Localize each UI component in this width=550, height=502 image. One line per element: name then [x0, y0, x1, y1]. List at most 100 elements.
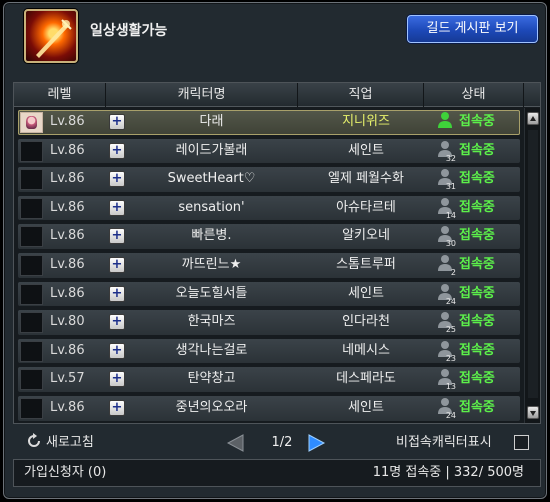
- table-row[interactable]: Lv.86 + 다래 지니위즈 접속중: [14, 108, 522, 137]
- character-name: 한국마즈: [187, 314, 236, 330]
- avatar: [20, 226, 43, 248]
- avatar: [20, 169, 43, 191]
- arrow-left-icon[interactable]: [224, 433, 246, 453]
- level: Lv.57: [50, 371, 85, 387]
- arrow-right-icon[interactable]: [306, 433, 328, 453]
- person-icon: 2: [438, 255, 456, 276]
- header-level[interactable]: 레벨: [14, 83, 106, 107]
- person-icon: 24: [438, 283, 456, 305]
- member-table: 레벨 캐릭터명 직업 상태 Lv.86 + 다래 지니위즈 접속중 Lv.86 + 레이드가볼…: [13, 82, 541, 424]
- table-row[interactable]: Lv.86 + sensation' 아슈타르테 14 접속중: [14, 194, 522, 223]
- guild-status-bar: 가입신청자 (0) 11명 접속중 | 332/ 500명: [13, 459, 541, 487]
- info-plus-button[interactable]: +: [109, 199, 125, 216]
- slot-number: 14: [446, 211, 456, 219]
- slot-number: 24: [446, 297, 456, 305]
- show-offline-checkbox[interactable]: [514, 435, 529, 450]
- person-icon: 23: [438, 340, 456, 362]
- table-row[interactable]: Lv.86 + 오늘도힐서틀 세인트 24 접속중: [14, 280, 522, 309]
- guild-emblem-icon: [24, 9, 78, 63]
- job: 엘제 페월수화: [328, 171, 404, 187]
- job: 아슈타르테: [336, 199, 396, 215]
- page-indicator: 1/2: [271, 435, 293, 450]
- header-character-name[interactable]: 캐릭터명: [106, 83, 298, 107]
- show-offline-toggle[interactable]: 비접속캐릭터표시: [396, 433, 529, 453]
- slot-number: 13: [446, 382, 456, 390]
- info-plus-button[interactable]: +: [109, 285, 125, 302]
- avatar: [20, 197, 43, 219]
- character-name: sensation': [178, 199, 245, 215]
- info-plus-button[interactable]: +: [109, 314, 125, 331]
- status-badge: 접속중: [459, 114, 495, 129]
- header-status[interactable]: 상태: [424, 83, 524, 107]
- table-row[interactable]: Lv.86 + SweetHeart♡ 엘제 페월수화 31 접속중: [14, 165, 522, 194]
- guild-board-button[interactable]: 길드 게시판 보기: [407, 15, 538, 43]
- job: 네메시스: [342, 342, 390, 358]
- level: Lv.86: [50, 171, 85, 187]
- status-badge: 접속중: [459, 257, 495, 272]
- job: 스톰트루퍼: [336, 257, 396, 272]
- info-plus-button[interactable]: +: [109, 142, 125, 159]
- person-icon: 31: [438, 169, 456, 190]
- avatar: [20, 312, 43, 334]
- character-name: 생각나는걸로: [175, 342, 248, 358]
- info-plus-button[interactable]: +: [109, 257, 125, 273]
- job: 세인트: [348, 285, 384, 301]
- scroll-track[interactable]: [528, 130, 538, 398]
- character-name: 빠른병.: [191, 228, 232, 244]
- person-icon: 13: [438, 369, 456, 390]
- status-badge: 접속중: [459, 400, 495, 415]
- character-name: 중년의오오라: [175, 400, 248, 415]
- level: Lv.86: [50, 114, 85, 129]
- status-badge: 접속중: [459, 171, 495, 187]
- slot-number: 2: [451, 268, 456, 276]
- level: Lv.80: [50, 314, 85, 330]
- avatar: [20, 112, 43, 133]
- scroll-down-button[interactable]: [527, 406, 539, 419]
- level: Lv.86: [50, 228, 85, 244]
- applicants-count[interactable]: 가입신청자 (0): [24, 460, 106, 486]
- person-icon: 14: [438, 197, 456, 219]
- table-row[interactable]: Lv.86 + 빠른병. 알키오네 30 접속중: [14, 222, 522, 251]
- job: 인다라천: [342, 314, 390, 330]
- info-plus-button[interactable]: +: [109, 228, 125, 245]
- status-badge: 접속중: [459, 142, 495, 158]
- table-row[interactable]: Lv.86 + 레이드가볼래 세인트 32 접속중: [14, 137, 522, 166]
- table-row[interactable]: Lv.86 + 중년의오오라 세인트 24 접속중: [14, 394, 522, 423]
- character-name: 까뜨린느★: [181, 257, 242, 272]
- person-icon: 30: [438, 226, 456, 247]
- slot-number: 31: [446, 182, 456, 190]
- person-icon: 25: [438, 312, 456, 333]
- info-plus-button[interactable]: +: [109, 371, 125, 388]
- scrollbar[interactable]: [524, 108, 540, 423]
- slot-number: 25: [446, 325, 456, 333]
- character-name: SweetHeart♡: [167, 171, 256, 187]
- status-badge: 접속중: [459, 342, 495, 358]
- avatar: [20, 283, 43, 305]
- job: 지니위즈: [342, 114, 390, 129]
- slot-number: 23: [446, 354, 456, 362]
- table-row[interactable]: Lv.86 + 생각나는걸로 네메시스 23 접속중: [14, 337, 522, 366]
- info-plus-button[interactable]: +: [109, 114, 125, 130]
- info-plus-button[interactable]: +: [109, 400, 125, 416]
- table-row[interactable]: Lv.86 + 까뜨린느★ 스톰트루퍼 2 접속중: [14, 251, 522, 280]
- scroll-up-button[interactable]: [527, 112, 539, 125]
- level: Lv.86: [50, 257, 85, 272]
- refresh-button[interactable]: 새로고침: [26, 433, 94, 453]
- status-badge: 접속중: [459, 285, 495, 301]
- info-plus-button[interactable]: +: [109, 342, 125, 359]
- avatar: [20, 340, 43, 362]
- slot-number: 24: [446, 411, 456, 419]
- guild-name: 일상생활가능: [90, 23, 168, 39]
- header-job[interactable]: 직업: [298, 83, 424, 107]
- character-name: 탄약창고: [187, 371, 236, 387]
- table-row[interactable]: Lv.80 + 한국마즈 인다라천 25 접속중: [14, 308, 522, 337]
- avatar: [20, 398, 43, 419]
- info-plus-button[interactable]: +: [109, 171, 125, 188]
- job: 데스페라도: [336, 371, 396, 387]
- member-count: 11명 접속중 | 332/ 500명: [372, 465, 524, 480]
- job: 알키오네: [342, 228, 390, 244]
- member-rows: Lv.86 + 다래 지니위즈 접속중 Lv.86 + 레이드가볼래 세인트 32 접속중 Lv.86…: [14, 108, 522, 423]
- person-icon: 32: [438, 140, 456, 162]
- table-row[interactable]: Lv.57 + 탄약창고 데스페라도 13 접속중: [14, 365, 522, 394]
- status-badge: 접속중: [459, 199, 495, 215]
